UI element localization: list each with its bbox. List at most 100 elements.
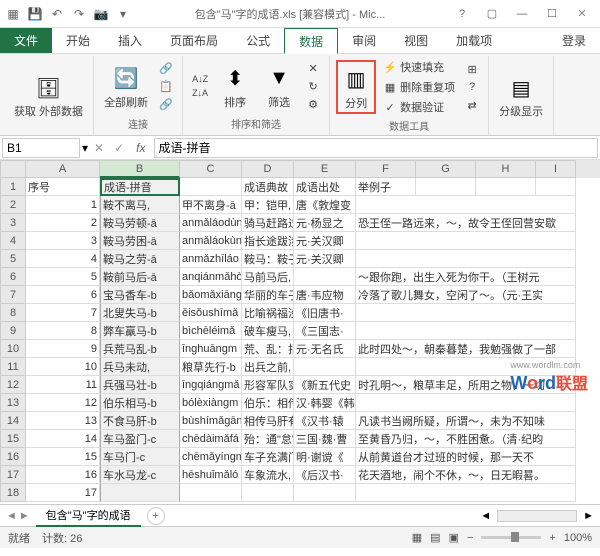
sheet-prev[interactable]: ◄ (6, 510, 17, 522)
col-header-C[interactable]: C (180, 160, 242, 178)
cell[interactable]: anmǎláodùn (180, 214, 242, 232)
cell[interactable]: 唐《敦煌变 (294, 196, 356, 214)
hscroll-left[interactable]: ◄ (480, 510, 491, 522)
cell[interactable]: 4 (26, 250, 100, 268)
cell[interactable]: 汉·韩婴《韩 (294, 394, 356, 412)
maximize-button[interactable]: ☐ (538, 4, 566, 24)
cell[interactable]: 马前马后, (242, 268, 294, 286)
row-header[interactable]: 6 (0, 268, 26, 286)
cell[interactable]: 1 (26, 196, 100, 214)
tab-login[interactable]: 登录 (548, 28, 600, 53)
namebox-dropdown[interactable]: ▾ (82, 141, 88, 155)
cell[interactable]: 伯乐相马-b (100, 394, 180, 412)
row-header[interactable]: 1 (0, 178, 26, 196)
tab-layout[interactable]: 页面布局 (156, 28, 232, 53)
cell[interactable]: 兵强马壮-b (100, 376, 180, 394)
cell[interactable]: 恐王侄一路远来，～，故令王侄回营安歇 (356, 214, 576, 232)
cell[interactable] (356, 322, 576, 340)
cell[interactable] (356, 304, 576, 322)
cell[interactable]: 《旧唐书· (294, 304, 356, 322)
zoom-level[interactable]: 100% (564, 532, 592, 544)
advanced-filter[interactable]: ⚙ (303, 96, 323, 112)
cell[interactable]: 8 (26, 322, 100, 340)
view-layout-icon[interactable]: ▤ (430, 531, 440, 544)
row-header[interactable]: 11 (0, 358, 26, 376)
row-header[interactable]: 2 (0, 196, 26, 214)
cell[interactable]: 车子充满门 (242, 448, 294, 466)
cell[interactable]: 17 (26, 484, 100, 502)
cell[interactable]: 粮草先行-b (180, 358, 242, 376)
col-header-B[interactable]: B (100, 160, 180, 178)
cell[interactable]: 从前黄道台才过班的时候，那一天不 (356, 448, 576, 466)
cell[interactable]: 车马盈门-c (100, 430, 180, 448)
what-if[interactable]: ? (462, 79, 482, 95)
add-sheet[interactable]: + (147, 507, 165, 525)
row-header[interactable]: 7 (0, 286, 26, 304)
minimize-button[interactable]: — (508, 4, 536, 24)
ribbon-toggle[interactable]: ▢ (478, 4, 506, 24)
cell[interactable]: ěisǒushīmǎ (180, 304, 242, 322)
cell[interactable]: 鞍马劳顿-ā (100, 214, 180, 232)
cell[interactable]: bìchēléimǎ (180, 322, 242, 340)
cell[interactable]: 唐·韦应物 (294, 286, 356, 304)
cell[interactable]: anqiánmǎhò (180, 268, 242, 286)
cell[interactable]: chēmǎyíngm (180, 448, 242, 466)
cell[interactable]: 12 (26, 394, 100, 412)
redo-icon[interactable]: ↷ (70, 5, 88, 23)
cell[interactable] (356, 232, 576, 250)
remove-duplicates[interactable]: ▦删除重复项 (380, 78, 458, 96)
cell[interactable]: 《汉书·辕 (294, 412, 356, 430)
cell[interactable]: 至黄昏乃归，～，不胜困惫。（清·纪昀 (356, 430, 576, 448)
cell[interactable]: 花天酒地，闹个不休，～，日无暇晷。 (356, 466, 576, 484)
cell[interactable]: 甲不离身-ā (180, 196, 242, 214)
cell[interactable] (180, 178, 242, 196)
cell[interactable]: 5 (26, 268, 100, 286)
tab-file[interactable]: 文件 (0, 28, 52, 53)
cell[interactable]: 10 (26, 358, 100, 376)
cell[interactable]: īngqiángmǎ (180, 376, 242, 394)
col-header-G[interactable]: G (416, 160, 476, 178)
sheet-tab[interactable]: 包含"马"字的成语 (36, 505, 141, 527)
sort-za[interactable]: Z↓A (189, 87, 211, 99)
cell[interactable]: 序号 (26, 178, 100, 196)
row-header[interactable]: 13 (0, 394, 26, 412)
cell[interactable] (416, 178, 476, 196)
cell[interactable]: bólèxiàngm (180, 394, 242, 412)
cell[interactable]: 《后汉书· (294, 466, 356, 484)
cell[interactable]: 弊车羸马-b (100, 322, 180, 340)
get-external-data[interactable]: 🗄 获取 外部数据 (10, 70, 87, 120)
hscroll-right[interactable]: ► (583, 510, 594, 522)
cell[interactable] (294, 268, 356, 286)
col-header-H[interactable]: H (476, 160, 536, 178)
cell[interactable]: 兵荒马乱-b (100, 340, 180, 358)
cell[interactable] (356, 394, 576, 412)
cell[interactable]: 相传马肝有 (242, 412, 294, 430)
row-header[interactable]: 9 (0, 322, 26, 340)
cell[interactable]: 甲：铠甲, (242, 196, 294, 214)
cell[interactable]: 鞍不离马, (100, 196, 180, 214)
cell[interactable]: 鞍前马后-ā (100, 268, 180, 286)
reapply-filter[interactable]: ↻ (303, 78, 323, 94)
col-header-F[interactable]: F (356, 160, 416, 178)
cell[interactable]: 不食马肝-b (100, 412, 180, 430)
row-header[interactable]: 16 (0, 448, 26, 466)
cell[interactable]: 6 (26, 286, 100, 304)
active-cell[interactable]: 成语-拼音 (100, 178, 180, 196)
cell[interactable]: bǎomǎxiāng (180, 286, 242, 304)
cell[interactable]: 荒、乱：指 (242, 340, 294, 358)
row-header[interactable]: 18 (0, 484, 26, 502)
cell[interactable]: 伯乐：相传 (242, 394, 294, 412)
tab-formulas[interactable]: 公式 (232, 28, 284, 53)
cell[interactable] (476, 178, 536, 196)
cell[interactable]: 破车瘦马, (242, 322, 294, 340)
cell[interactable]: 鞍马劳困-ā (100, 232, 180, 250)
cell[interactable] (356, 484, 576, 502)
row-header[interactable]: 12 (0, 376, 26, 394)
cell[interactable]: 14 (26, 430, 100, 448)
cancel-icon[interactable]: ✕ (90, 141, 108, 155)
cell[interactable]: 此时四处～，朝秦暮楚，我勉强做了一部 (356, 340, 576, 358)
row-header[interactable]: 4 (0, 232, 26, 250)
cell[interactable]: 三国·魏·曹 (294, 430, 356, 448)
cell[interactable]: 骑马赶路过 (242, 214, 294, 232)
properties-button[interactable]: 📋 (156, 78, 176, 94)
